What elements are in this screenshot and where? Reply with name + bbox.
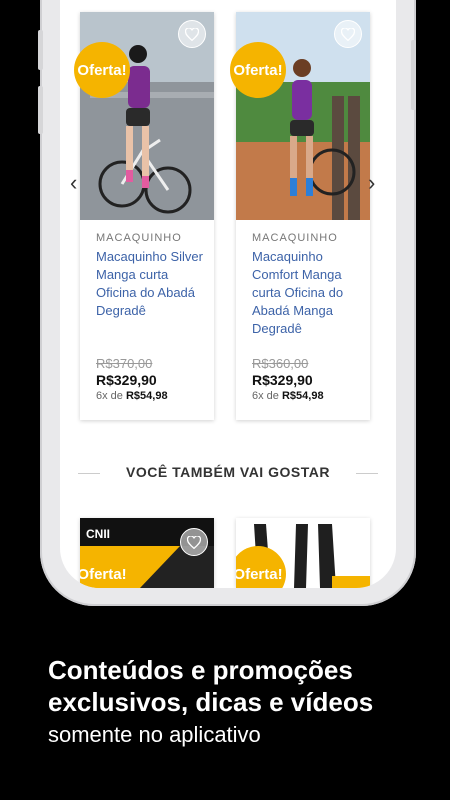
phone-side-button bbox=[411, 40, 416, 110]
app-screen: Oferta! MACAQUINHO Macaquinho Silver Man… bbox=[60, 0, 396, 588]
promo-line-3: somente no aplicativo bbox=[48, 722, 261, 747]
promo-line-2: exclusivos, dicas e vídeos bbox=[48, 687, 374, 717]
product-name[interactable]: Macaquinho Comfort Manga curta Oficina d… bbox=[252, 248, 368, 338]
section-title: VOCÊ TAMBÉM VAI GOSTAR bbox=[126, 464, 330, 480]
installments-prefix: 6x de bbox=[96, 390, 123, 402]
installments-value: R$54,98 bbox=[281, 390, 324, 402]
heart-icon[interactable] bbox=[180, 528, 208, 556]
heart-icon[interactable] bbox=[334, 20, 362, 48]
carousel-next-icon[interactable]: › bbox=[368, 170, 375, 196]
promo-text: Conteúdos e promoções exclusivos, dicas … bbox=[48, 654, 428, 752]
recommended-card[interactable]: Oferta! bbox=[236, 518, 370, 588]
current-price: R$329,90 bbox=[96, 372, 157, 388]
offer-badge: Oferta! bbox=[74, 42, 130, 98]
installments: 6x de R$54,98 bbox=[96, 390, 168, 402]
installments: 6x de R$54,98 bbox=[252, 390, 324, 402]
old-price: R$370,00 bbox=[96, 356, 153, 371]
phone-side-button bbox=[38, 86, 43, 134]
promo-line-1: Conteúdos e promoções bbox=[48, 655, 353, 685]
product-card[interactable]: Oferta! MACAQUINHO Macaquinho Silver Man… bbox=[74, 12, 214, 420]
product-category: MACAQUINHO bbox=[252, 232, 338, 244]
installments-value: R$54,98 bbox=[125, 390, 168, 402]
current-price: R$329,90 bbox=[252, 372, 313, 388]
heart-icon[interactable] bbox=[178, 20, 206, 48]
recommended-card[interactable]: CNII Oferta! bbox=[80, 518, 214, 588]
product-card[interactable]: Oferta! MACAQUINHO Macaquinho Comfort Ma… bbox=[230, 12, 370, 420]
old-price: R$360,00 bbox=[252, 356, 309, 371]
phone-side-button bbox=[38, 30, 43, 70]
offer-badge: Oferta! bbox=[230, 42, 286, 98]
product-category: MACAQUINHO bbox=[96, 232, 182, 244]
product-name[interactable]: Macaquinho Silver Manga curta Oficina do… bbox=[96, 248, 212, 320]
svg-text:CNII: CNII bbox=[86, 527, 110, 541]
installments-prefix: 6x de bbox=[252, 390, 279, 402]
heart-icon[interactable] bbox=[336, 528, 364, 556]
carousel-prev-icon[interactable]: ‹ bbox=[70, 170, 77, 196]
